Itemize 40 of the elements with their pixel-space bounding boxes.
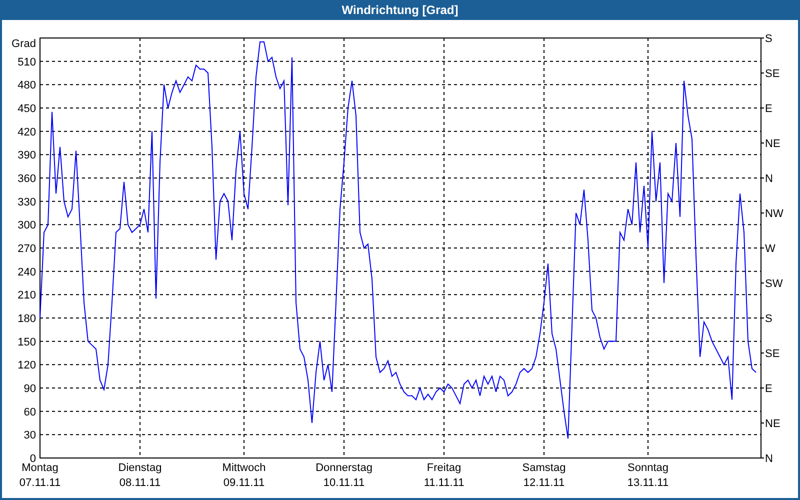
direction-label: NW: [765, 208, 784, 220]
axis-label: 120: [18, 360, 36, 372]
axis-label: 330: [18, 196, 36, 208]
direction-label: E: [765, 103, 772, 115]
axis-title: Grad: [12, 38, 36, 50]
axis-label: 240: [18, 266, 36, 278]
direction-label: S: [765, 313, 772, 325]
direction-label: S: [765, 33, 772, 45]
axis-label: 360: [18, 173, 36, 185]
axis-label: Donnerstag 10.11.11: [314, 461, 374, 491]
axis-label: 390: [18, 150, 36, 162]
axis-label: 0: [30, 453, 36, 465]
axis-label: 30: [24, 430, 36, 442]
direction-label: SE: [765, 68, 780, 80]
axis-label: Mittwoch 09.11.11: [221, 461, 267, 491]
axis-label: 210: [18, 290, 36, 302]
axis-label: Montag 07.11.11: [18, 462, 62, 491]
axis-label: 300: [18, 220, 36, 232]
direction-label: E: [765, 383, 772, 395]
axis-label: Samstag 12.11.11: [521, 461, 567, 491]
axis-label: 90: [24, 383, 36, 395]
axis-label: 150: [18, 336, 36, 348]
direction-label: N: [765, 453, 773, 465]
direction-label: NE: [765, 418, 780, 430]
direction-label: NE: [765, 138, 780, 150]
window-title: Windrichtung [Grad]: [340, 2, 460, 19]
axis-label: 180: [18, 313, 36, 325]
direction-label: SE: [765, 348, 780, 360]
axis-label: 510: [18, 56, 36, 68]
axis-label: Sonntag 13.11.11: [626, 461, 670, 491]
direction-label: SW: [765, 278, 783, 290]
axis-label: Dienstag 08.11.11: [117, 461, 163, 491]
axis-label: 270: [18, 243, 36, 255]
direction-label: W: [765, 243, 776, 255]
axis-label: 480: [18, 80, 36, 92]
axis-label: 420: [18, 126, 36, 138]
axis-label: 450: [18, 103, 36, 115]
axis-label: Freitag 11.11.11: [422, 461, 466, 491]
direction-label: N: [765, 173, 773, 185]
axis-label: 60: [24, 406, 36, 418]
